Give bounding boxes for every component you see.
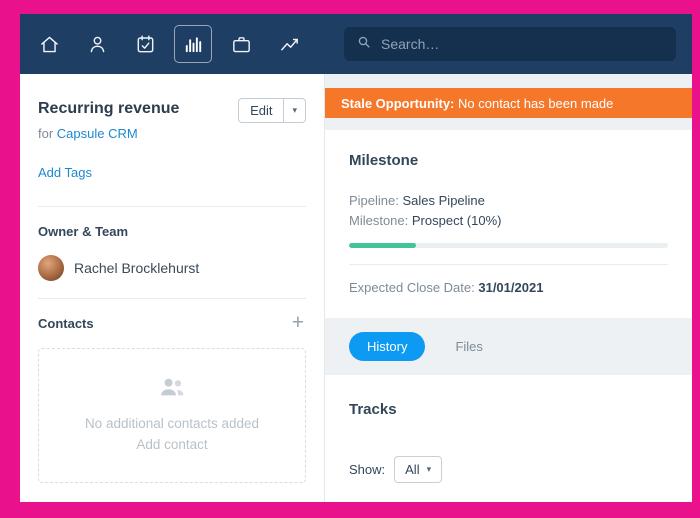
main-panel: Stale Opportunity: No contact has been m… (325, 74, 692, 502)
sidebar-divider (38, 298, 306, 299)
contacts-header: Contacts + (38, 312, 306, 333)
contacts-empty-state: No additional contacts added Add contact (38, 348, 306, 483)
banner-text: No contact has been made (454, 95, 614, 111)
pipeline-label: Pipeline: (349, 193, 399, 208)
app-window: Recurring revenue Edit ▾ for Capsule CRM… (20, 14, 692, 502)
milestone-progress-track (349, 243, 668, 248)
banner-prefix: Stale Opportunity: (341, 95, 455, 111)
add-tags-row: Add Tags (38, 165, 306, 180)
content-area: Recurring revenue Edit ▾ for Capsule CRM… (20, 74, 692, 502)
avatar (38, 255, 64, 281)
people-icon[interactable] (78, 25, 116, 63)
tracks-heading: Tracks (349, 401, 397, 418)
chevron-down-icon: ▾ (426, 464, 432, 474)
home-icon[interactable] (30, 25, 68, 63)
search-box[interactable] (344, 27, 676, 61)
sidebar-divider (38, 206, 306, 207)
owner-name: Rachel Brocklehurst (74, 260, 200, 276)
top-nav (20, 14, 692, 74)
add-tags-link[interactable]: Add Tags (38, 165, 92, 180)
add-contact-link[interactable]: Add contact (49, 437, 295, 452)
for-prefix: for (38, 126, 54, 141)
group-icon (49, 375, 295, 404)
owner-row[interactable]: Rachel Brocklehurst (38, 255, 306, 281)
pipeline-row: Pipeline: Sales Pipeline (349, 191, 668, 211)
close-date-row: Expected Close Date: 31/01/2021 (349, 278, 668, 298)
tracks-filter-value: All (405, 462, 420, 477)
owner-team-heading: Owner & Team (38, 224, 129, 239)
milestone-heading: Milestone (349, 152, 419, 169)
show-label: Show: (349, 462, 386, 477)
sales-icon[interactable] (270, 25, 308, 63)
add-contact-plus-icon[interactable]: + (290, 312, 306, 333)
close-date-label: Expected Close Date: (349, 280, 475, 295)
cases-icon[interactable] (222, 25, 260, 63)
milestone-row: Milestone: Prospect (10%) (349, 211, 668, 231)
tab-files[interactable]: Files (455, 339, 482, 354)
company-link[interactable]: Capsule CRM (57, 126, 138, 141)
card-divider (349, 264, 668, 265)
contacts-heading: Contacts (38, 315, 94, 331)
tab-history[interactable]: History (349, 332, 426, 361)
opportunity-sidebar: Recurring revenue Edit ▾ for Capsule CRM… (20, 74, 325, 502)
contacts-empty-text: No additional contacts added (84, 416, 260, 431)
nav-icon-group (30, 25, 308, 63)
search-input[interactable] (381, 36, 664, 52)
opportunity-subtitle: for Capsule CRM (38, 126, 306, 141)
tracks-filter-row: Show: All ▾ (349, 456, 668, 483)
edit-split-button[interactable]: Edit ▾ (238, 98, 306, 123)
tracks-filter-dropdown[interactable]: All ▾ (394, 456, 443, 483)
tracks-card: Tracks Show: All ▾ (325, 375, 692, 502)
milestone-card: Milestone Pipeline: Sales Pipeline Miles… (325, 130, 692, 318)
sidebar-header: Recurring revenue Edit ▾ (38, 98, 306, 123)
pipeline-value: Sales Pipeline (402, 193, 485, 208)
chevron-down-icon[interactable]: ▾ (283, 99, 305, 122)
tasks-icon[interactable] (126, 25, 164, 63)
milestone-label: Milestone: (349, 213, 409, 228)
opportunity-title: Recurring revenue (38, 100, 180, 117)
app-frame: Recurring revenue Edit ▾ for Capsule CRM… (0, 0, 700, 518)
close-date-value: 31/01/2021 (478, 280, 544, 295)
milestone-progress-fill (349, 243, 416, 248)
search-icon (356, 34, 372, 55)
edit-button[interactable]: Edit (239, 99, 283, 122)
milestone-value: Prospect (10%) (411, 213, 502, 228)
main-tabs: History Files (325, 332, 692, 361)
statistics-icon[interactable] (174, 25, 212, 63)
stale-opportunity-banner: Stale Opportunity: No contact has been m… (325, 88, 692, 118)
